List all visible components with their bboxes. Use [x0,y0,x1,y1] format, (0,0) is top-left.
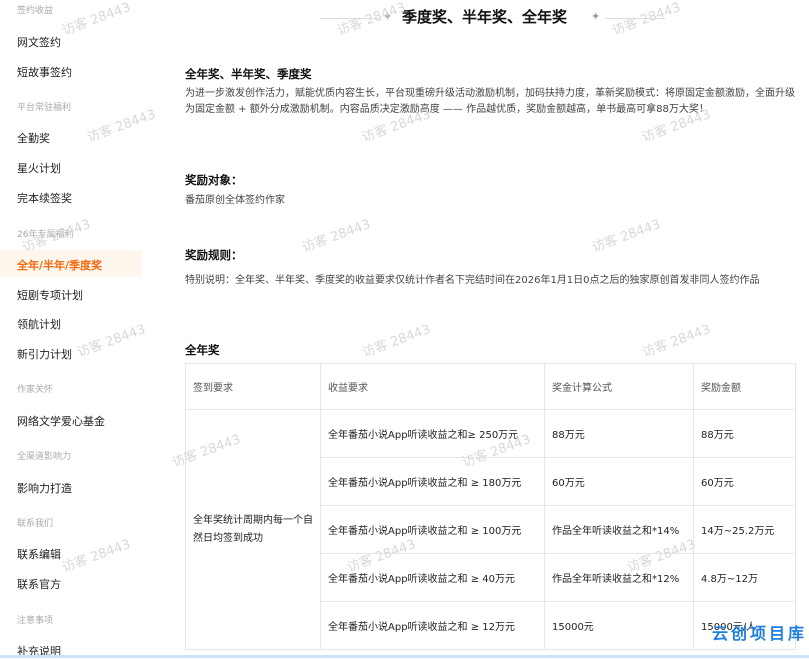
sidebar-item-full-attendance[interactable]: 全勤奖 [17,130,50,146]
sidebar-item-short-story-contract[interactable]: 短故事签约 [17,64,72,80]
sidebar-item-contact-editor[interactable]: 联系编辑 [17,546,61,562]
sidebar-group-title: 签约收益 [17,6,54,16]
title-decoration-line [605,18,665,19]
brand-watermark: 云创项目库 [711,624,807,643]
target-title: 奖励对象： [185,173,243,187]
sign-requirement-cell: 全年奖统计周期内每一个自然日均签到成功 [185,409,321,650]
column-header: 收益要求 [320,363,545,410]
page-title-bar: ✦ 季度奖、半年奖、全年奖 ✦ [160,4,809,30]
sidebar-item-contact-official[interactable]: 联系官方 [17,576,61,592]
table-row: 全年奖统计周期内每一个自然日均签到成功 全年番茄小说App听读收益之和≥ 250… [185,409,796,650]
amount-cell: 4.8万~12万 [693,553,796,602]
sidebar-item-renewal-award[interactable]: 完本续签奖 [17,190,72,206]
amount-cell: 60万元 [693,457,796,506]
amount-cell: 88万元 [693,409,796,458]
page-title: 季度奖、半年奖、全年奖 [401,8,567,26]
column-header: 签到要求 [185,363,321,410]
sidebar: 签约收益 网文签约 短故事签约 平台常驻福利 全勤奖 星火计划 完本续签奖 26… [0,0,160,658]
rules-description: 特别说明：全年奖、半年奖、季度奖的收益要求仅统计作者名下完结时间在2026年1月… [185,275,760,286]
sidebar-item-care-fund[interactable]: 网络文学爱心基金 [17,413,105,429]
sidebar-item-short-drama-plan[interactable]: 短剧专项计划 [17,287,83,303]
sidebar-group-title: 联系我们 [17,519,54,529]
formula-cell: 88万元 [544,409,694,458]
sidebar-item-new-gravity-plan[interactable]: 新引力计划 [17,346,72,362]
sidebar-item-spark-plan[interactable]: 星火计划 [17,160,61,176]
section-title: 全年奖、半年奖、季度奖 [185,67,312,81]
sidebar-group-title: 作家关怀 [17,385,54,395]
section-description: 为进一步激发创作活力，赋能优质内容生长，平台现重磅升级活动激励机制，加码扶持力度… [185,88,795,115]
income-cell: 全年番茄小说App听读收益之和 ≥ 12万元 [320,601,545,650]
formula-cell: 60万元 [544,457,694,506]
target-description: 番茄原创全体签约作家 [185,195,285,206]
annual-award-table: 签到要求 收益要求 奖金计算公式 奖励金额 全年奖统计周期内每一个自然日均签到成… [185,363,796,650]
formula-cell: 作品全年听读收益之和*12% [544,553,694,602]
income-cell: 全年番茄小说App听读收益之和 ≥ 180万元 [320,457,545,506]
annual-award-title: 全年奖 [185,343,220,357]
sidebar-group-title: 全渠道影响力 [17,452,72,462]
income-cell: 全年番茄小说App听读收益之和 ≥ 100万元 [320,505,545,554]
sparkle-icon: ✦ [591,10,601,23]
table-header-row: 签到要求 收益要求 奖金计算公式 奖励金额 [185,363,796,410]
income-cell: 全年番茄小说App听读收益之和≥ 250万元 [320,409,545,458]
formula-cell: 作品全年听读收益之和*14% [544,505,694,554]
column-header: 奖励金额 [693,363,796,410]
income-cell: 全年番茄小说App听读收益之和 ≥ 40万元 [320,553,545,602]
sidebar-group-title: 平台常驻福利 [17,103,72,113]
formula-cell: 15000元 [544,601,694,650]
main-content: ✦ 季度奖、半年奖、全年奖 ✦ 全年奖、半年奖、季度奖 为进一步激发创作活力，赋… [160,0,809,658]
sidebar-item-influence[interactable]: 影响力打造 [17,480,72,496]
sidebar-item-annual-award[interactable]: 全年/半年/季度奖 [17,257,102,273]
sidebar-group-title: 26年专属福利 [17,230,74,240]
sidebar-item-pilot-plan[interactable]: 领航计划 [17,316,61,332]
rules-title: 奖励规则： [185,248,243,262]
sidebar-group-title: 注意事项 [17,616,54,626]
amount-cell: 14万~25.2万元 [693,505,796,554]
column-header: 奖金计算公式 [544,363,694,410]
sidebar-item-web-novel-contract[interactable]: 网文签约 [17,34,61,50]
